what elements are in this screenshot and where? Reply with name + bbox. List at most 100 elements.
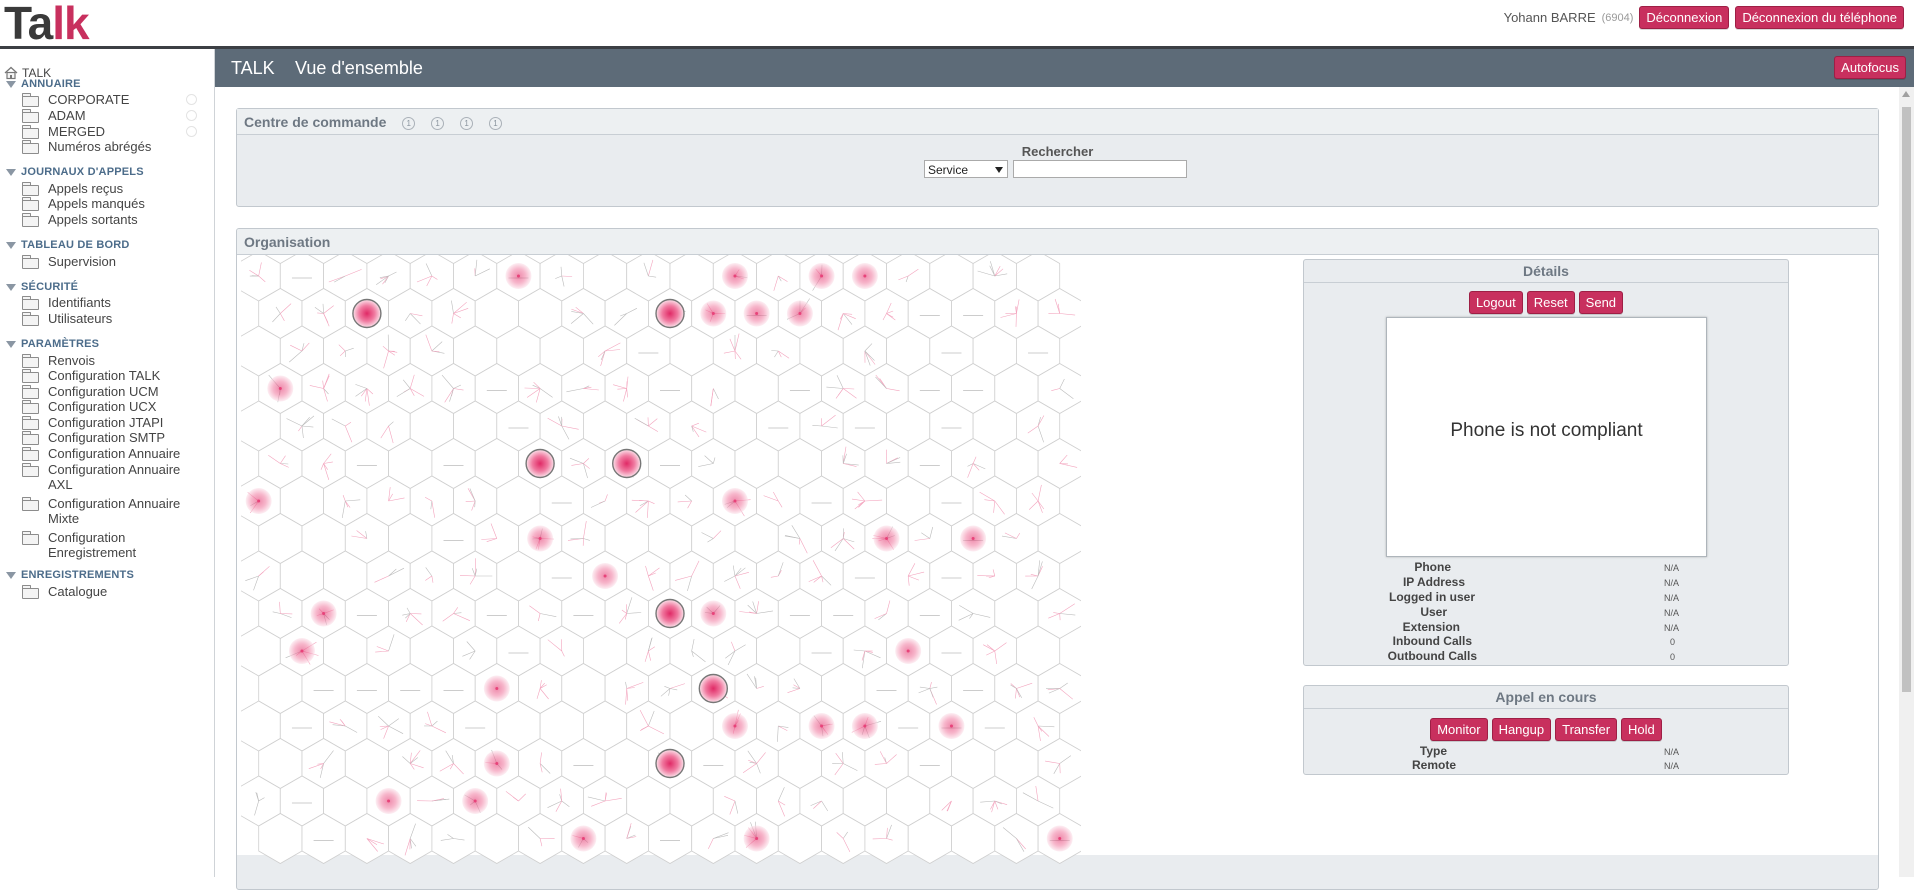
sidebar-item-label: MERGED [48, 124, 105, 139]
search-row: Service [924, 160, 1187, 178]
folder-icon [22, 255, 39, 268]
top-bar: Talk Yohann BARRE (6904) Déconnexion Déc… [0, 0, 1914, 46]
sidebar-item-adam[interactable]: ADAM [22, 108, 207, 123]
talk-logo[interactable]: Talk [4, 2, 89, 44]
command-center-panel: Centre de commande 1 1 1 1 Rechercher Se… [236, 108, 1879, 207]
folder-icon [22, 431, 39, 444]
send-button[interactable]: Send [1579, 291, 1623, 314]
sidebar-item-identifiants[interactable]: Identifiants [22, 295, 207, 310]
sidebar-item-label: Configuration TALK [48, 368, 160, 383]
logout-button[interactable]: Déconnexion [1639, 6, 1729, 29]
main-scrollbar[interactable] [1899, 87, 1914, 877]
info-icon[interactable]: 1 [431, 117, 444, 130]
sidebar-section-parametres[interactable]: PARAMÈTRES [6, 338, 99, 350]
sidebar-item-config-annuaire-mixte[interactable]: Configuration Annuaire Mixte [22, 496, 207, 526]
sidebar-section-journaux[interactable]: JOURNAUX D'APPELS [6, 166, 144, 178]
folder-icon [22, 93, 39, 106]
phone-logout-button[interactable]: Déconnexion du téléphone [1735, 6, 1904, 29]
hangup-button[interactable]: Hangup [1492, 718, 1552, 741]
collapse-arrow-icon [6, 341, 16, 348]
sidebar-item-appels-recus[interactable]: Appels reçus [22, 181, 207, 196]
sidebar-item-appels-manques[interactable]: Appels manqués [22, 196, 207, 211]
sidebar-item-label: Appels reçus [48, 181, 123, 196]
sidebar-item-label: Renvois [48, 353, 95, 368]
detail-row-phone: PhoneN/A [1304, 560, 1788, 575]
search-input[interactable] [1013, 160, 1187, 178]
call-row-remote: RemoteN/A [1304, 758, 1788, 773]
autofocus-button[interactable]: Autofocus [1834, 56, 1906, 79]
folder-icon [22, 312, 39, 325]
section-title: PARAMÈTRES [21, 338, 99, 350]
detail-row-outbound: Outbound Calls 0 [1304, 649, 1788, 664]
sidebar-item-appels-sortants[interactable]: Appels sortants [22, 212, 207, 227]
section-title: SÉCURITÉ [21, 281, 78, 293]
search-type-select[interactable]: Service [924, 160, 1008, 178]
monitor-button[interactable]: Monitor [1430, 718, 1487, 741]
collapse-arrow-icon [6, 284, 16, 291]
detail-label: Logged in user [1389, 590, 1475, 604]
folder-icon [22, 213, 39, 226]
folder-icon [22, 125, 39, 138]
folder-icon [22, 109, 39, 122]
sidebar-item-label: Utilisateurs [48, 311, 112, 326]
organisation-hex-map[interactable] [241, 255, 1081, 875]
sidebar-item-config-annuaire[interactable]: Configuration Annuaire [22, 446, 207, 461]
sidebar-item-numeros-abreges[interactable]: Numéros abrégés [22, 139, 207, 154]
scrollbar-thumb[interactable] [1902, 107, 1911, 692]
sidebar-item-merged[interactable]: MERGED [22, 124, 207, 139]
sidebar-item-config-ucx[interactable]: Configuration UCX [22, 399, 207, 414]
sidebar-item-config-jtapi[interactable]: Configuration JTAPI [22, 415, 207, 430]
sidebar-item-config-smtp[interactable]: Configuration SMTP [22, 430, 207, 445]
sidebar-item-utilisateurs[interactable]: Utilisateurs [22, 311, 207, 326]
sidebar-item-config-ucm[interactable]: Configuration UCM [22, 384, 207, 399]
sidebar-item-renvois[interactable]: Renvois [22, 353, 207, 368]
detail-value: 0 [1670, 652, 1675, 662]
folder-icon [22, 497, 39, 510]
page-header: TALK Vue d'ensemble Autofocus [215, 49, 1914, 87]
hold-button[interactable]: Hold [1621, 718, 1662, 741]
sidebar-item-config-talk[interactable]: Configuration TALK [22, 368, 207, 383]
sidebar-section-tableau-de-bord[interactable]: TABLEAU DE BORD [6, 239, 130, 251]
section-title: JOURNAUX D'APPELS [21, 166, 144, 178]
call-label: Remote [1412, 758, 1456, 772]
command-center-title: Centre de commande [244, 114, 386, 130]
sidebar-item-catalogue[interactable]: Catalogue [22, 584, 207, 599]
collapse-arrow-icon [6, 81, 16, 88]
sidebar-item-config-annuaire-axl[interactable]: Configuration Annuaire AXL [22, 462, 207, 492]
sidebar-item-label: CORPORATE [48, 92, 129, 107]
sidebar-item-supervision[interactable]: Supervision [22, 254, 207, 269]
transfer-button[interactable]: Transfer [1555, 718, 1617, 741]
folder-icon [22, 400, 39, 413]
sidebar-item-label: Configuration JTAPI [48, 415, 163, 430]
info-icon[interactable]: 1 [489, 117, 502, 130]
sidebar-section-annuaire[interactable]: ANNUAIRE [6, 78, 81, 90]
sidebar-item-label: Appels sortants [48, 212, 138, 227]
detail-row-logged-user: Logged in userN/A [1304, 590, 1788, 605]
folder-icon [22, 585, 39, 598]
sidebar-item-corporate[interactable]: CORPORATE [22, 92, 207, 107]
command-center-header: Centre de commande 1 1 1 1 [237, 109, 1878, 135]
phone-logout-action-button[interactable]: Logout [1469, 291, 1523, 314]
status-dot-icon [186, 94, 197, 105]
sidebar-item-label: Identifiants [48, 295, 111, 310]
sidebar-section-securite[interactable]: SÉCURITÉ [6, 281, 78, 293]
sidebar-item-label: Configuration UCX [48, 399, 156, 414]
info-icon[interactable]: 1 [460, 117, 473, 130]
scroll-up-icon[interactable] [1902, 91, 1910, 97]
sidebar: TALK ANNUAIRE CORPORATE ADAM MERGED Numé… [0, 49, 215, 877]
detail-value: 0 [1670, 637, 1675, 647]
detail-row-ip: IP AddressN/A [1304, 575, 1788, 590]
logo-text-accent: lk [52, 0, 88, 49]
sidebar-item-label: Catalogue [48, 584, 107, 599]
reset-button[interactable]: Reset [1527, 291, 1575, 314]
info-icon[interactable]: 1 [402, 117, 415, 130]
search-type-value: Service [928, 163, 968, 177]
search-label: Rechercher [237, 144, 1878, 159]
detail-label: Outbound Calls [1388, 649, 1477, 663]
sidebar-section-enregistrements[interactable]: ENREGISTREMENTS [6, 569, 134, 581]
sidebar-item-config-enregistrement[interactable]: Configuration Enregistrement [22, 530, 207, 560]
current-call-title: Appel en cours [1304, 686, 1788, 709]
sidebar-item-label: ADAM [48, 108, 86, 123]
sidebar-item-label: Configuration UCM [48, 384, 159, 399]
phone-screen: Phone is not compliant [1386, 317, 1707, 557]
